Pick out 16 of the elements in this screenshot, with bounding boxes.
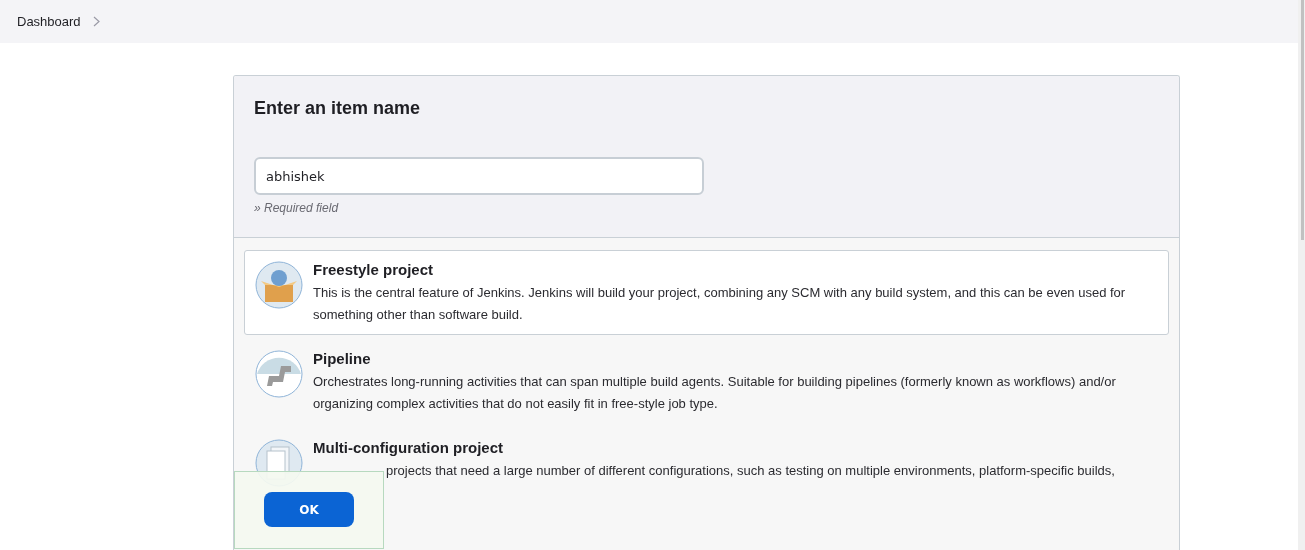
scrollbar[interactable] xyxy=(1298,0,1305,550)
ok-button[interactable]: OK xyxy=(264,492,354,527)
item-type-title: Pipeline xyxy=(313,350,372,367)
item-type-description: projects that need a large number of different configurations, such as testing on multiple environments, platform-specific builds, xyxy=(385,462,1115,480)
item-type-option[interactable]: Freestyle project This is the central feature of Jenkins. Jenkins will build your project, combining any SCM with any build system, and this can be even used for something other than software build. xyxy=(244,250,1169,335)
item-name-field[interactable]: abhishek xyxy=(254,157,704,195)
item-type-title: Multi-configuration project xyxy=(313,439,504,456)
pipe-icon xyxy=(255,350,303,398)
item-type-description: This is the central feature of Jenkins. Jenkins will build your project, combining any SCM with any build system, and this can be even used for something other than software build. xyxy=(313,284,1127,324)
chevron-right-icon xyxy=(92,16,100,27)
item-type-title: Freestyle project xyxy=(313,261,435,278)
breadcrumb-link[interactable]: Dashboard xyxy=(17,14,81,29)
form-title: Enter an item name xyxy=(254,98,421,119)
box-icon xyxy=(255,261,303,309)
item-type-description: Orchestrates long-running activities that can span multiple build agents. Suitable for building pipelines (formerly known as workflows) and/or organizing complex activities that do not easily fit in free-style job type. xyxy=(313,373,1117,413)
required-field-hint: » Required field xyxy=(254,201,339,215)
